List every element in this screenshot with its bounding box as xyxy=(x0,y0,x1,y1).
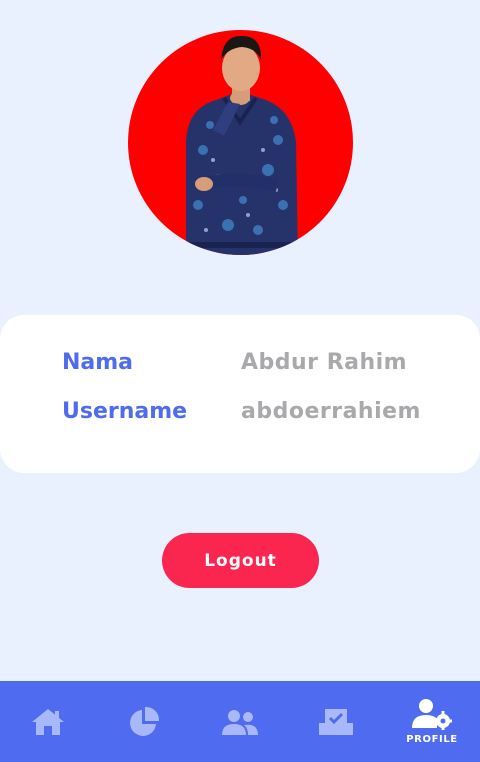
users-icon xyxy=(222,709,258,735)
bottom-nav: PROFILE xyxy=(0,681,480,762)
nav-item-stats[interactable] xyxy=(96,681,192,762)
nav-item-home[interactable] xyxy=(0,681,96,762)
nav-item-vote[interactable] xyxy=(288,681,384,762)
logout-button[interactable]: Logout xyxy=(162,533,319,588)
profile-photo xyxy=(186,35,298,255)
field-value: Abdur Rahim xyxy=(241,350,408,375)
ballot-box-icon xyxy=(319,708,353,735)
profile-info-card: Nama Abdur Rahim Username abdoerrahiem xyxy=(0,315,480,473)
profile-field-username: Username abdoerrahiem xyxy=(62,399,480,429)
pie-chart-icon xyxy=(130,706,160,736)
field-value: abdoerrahiem xyxy=(241,399,421,424)
home-icon xyxy=(32,708,64,735)
profile-field-name: Nama Abdur Rahim xyxy=(62,350,480,380)
user-settings-icon xyxy=(412,699,452,730)
nav-item-profile[interactable]: PROFILE xyxy=(384,681,480,762)
profile-avatar xyxy=(128,30,353,255)
nav-label-profile: PROFILE xyxy=(406,734,458,745)
nav-item-users[interactable] xyxy=(192,681,288,762)
field-label: Username xyxy=(62,399,188,424)
field-label: Nama xyxy=(62,350,134,375)
